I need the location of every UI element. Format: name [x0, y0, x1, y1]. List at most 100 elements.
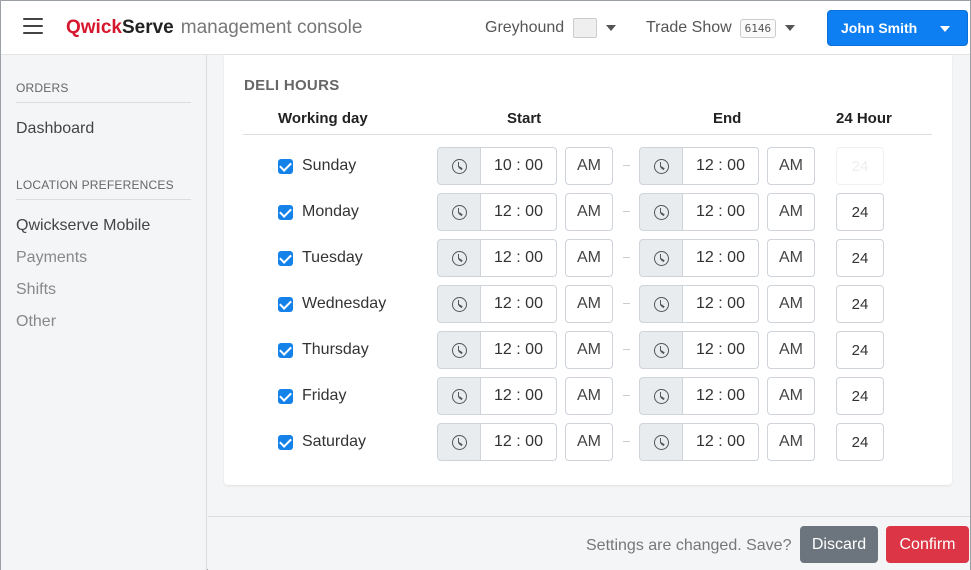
- end-time-picker-button[interactable]: [639, 423, 683, 461]
- chevron-down-icon: [606, 25, 617, 31]
- end-time-picker-button[interactable]: [639, 239, 683, 277]
- user-menu-button[interactable]: John Smith: [827, 10, 968, 46]
- schedule-row: Friday 12 : 00 AM 12 : 00 AM 24: [224, 377, 952, 415]
- start-ampm-toggle[interactable]: AM: [565, 193, 613, 231]
- end-time-input[interactable]: 12 : 00: [683, 147, 759, 185]
- user-name: John Smith: [841, 20, 918, 36]
- end-time-input[interactable]: 12 : 00: [683, 423, 759, 461]
- clock-icon: [653, 434, 669, 450]
- end-ampm-toggle[interactable]: AM: [767, 423, 815, 461]
- start-ampm-toggle[interactable]: AM: [565, 377, 613, 415]
- end-ampm-toggle[interactable]: AM: [767, 147, 815, 185]
- day-label: Wednesday: [302, 295, 387, 312]
- end-time-input[interactable]: 12 : 00: [683, 377, 759, 415]
- end-time-picker-button[interactable]: [639, 193, 683, 231]
- clock-icon: [653, 296, 669, 312]
- 24-hour-toggle[interactable]: 24: [836, 331, 884, 369]
- day-label: Tuesday: [302, 249, 363, 266]
- day-enabled-checkbox[interactable]: [278, 251, 293, 266]
- discard-button[interactable]: Discard: [800, 526, 878, 563]
- end-time-input[interactable]: 12 : 00: [683, 331, 759, 369]
- start-ampm-toggle[interactable]: AM: [565, 239, 613, 277]
- clock-icon: [451, 158, 467, 174]
- start-ampm-toggle[interactable]: AM: [565, 147, 613, 185]
- save-bar: Settings are changed. Save? Discard Conf…: [208, 516, 970, 570]
- 24-hour-toggle[interactable]: 24: [836, 239, 884, 277]
- clock-icon: [653, 250, 669, 266]
- end-time-input[interactable]: 12 : 00: [683, 193, 759, 231]
- start-time-picker-button[interactable]: [437, 239, 481, 277]
- end-time-input[interactable]: 12 : 00: [683, 239, 759, 277]
- schedule-row: Monday 12 : 00 AM 12 : 00 AM 24: [224, 193, 952, 231]
- sidebar-section-location-preferences: LOCATION PREFERENCES: [16, 178, 191, 200]
- day-enabled-checkbox[interactable]: [278, 389, 293, 404]
- brand-serve: Serve: [121, 17, 174, 38]
- start-time-picker-button[interactable]: [437, 147, 481, 185]
- chevron-down-icon: [785, 25, 796, 31]
- 24-hour-toggle[interactable]: 24: [836, 285, 884, 323]
- day-label: Friday: [302, 387, 347, 404]
- end-ampm-toggle[interactable]: AM: [767, 285, 815, 323]
- clock-icon: [451, 250, 467, 266]
- day-label: Saturday: [302, 433, 367, 450]
- end-time-picker-button[interactable]: [639, 331, 683, 369]
- end-ampm-toggle[interactable]: AM: [767, 193, 815, 231]
- deli-hours-card: DELI HOURS Working day Start End 24 Hour…: [224, 55, 952, 485]
- day-enabled-checkbox[interactable]: [278, 205, 293, 220]
- clock-icon: [451, 388, 467, 404]
- time-range-separator: [623, 395, 630, 396]
- day-enabled-checkbox[interactable]: [278, 297, 293, 312]
- sidebar-item-dashboard[interactable]: Dashboard: [16, 120, 94, 138]
- start-ampm-toggle[interactable]: AM: [565, 331, 613, 369]
- sidebar-item-qwickserve-mobile[interactable]: Qwickserve Mobile: [16, 217, 150, 235]
- 24-hour-toggle[interactable]: 24: [836, 423, 884, 461]
- end-time-picker-button[interactable]: [639, 377, 683, 415]
- start-time-input[interactable]: 12 : 00: [481, 193, 557, 231]
- 24-hour-toggle[interactable]: 24: [836, 377, 884, 415]
- brand-qwick: Qwick: [66, 17, 122, 38]
- end-time-picker-button[interactable]: [639, 285, 683, 323]
- start-ampm-toggle[interactable]: AM: [565, 423, 613, 461]
- brand-logo: QwickServe management console: [66, 17, 362, 39]
- end-time-input[interactable]: 12 : 00: [683, 285, 759, 323]
- day-enabled-checkbox[interactable]: [278, 435, 293, 450]
- sidebar-item-shifts[interactable]: Shifts: [16, 281, 56, 299]
- end-ampm-toggle[interactable]: AM: [767, 377, 815, 415]
- schedule-row: Sunday 10 : 00 AM 12 : 00 AM 24: [224, 147, 952, 185]
- location-dropdown[interactable]: Greyhound: [485, 15, 617, 41]
- start-time-input[interactable]: 12 : 00: [481, 331, 557, 369]
- day-enabled-checkbox[interactable]: [278, 159, 293, 174]
- start-time-input[interactable]: 12 : 00: [481, 377, 557, 415]
- 24-hour-toggle[interactable]: 24: [836, 193, 884, 231]
- end-time-picker-button[interactable]: [639, 147, 683, 185]
- start-time-input[interactable]: 12 : 00: [481, 423, 557, 461]
- start-time-picker-button[interactable]: [437, 193, 481, 231]
- start-time-input[interactable]: 10 : 00: [481, 147, 557, 185]
- start-time-input[interactable]: 12 : 00: [481, 239, 557, 277]
- column-header-24-hour: 24 Hour: [836, 110, 892, 127]
- schedule-row: Saturday 12 : 00 AM 12 : 00 AM 24: [224, 423, 952, 461]
- time-range-separator: [623, 165, 630, 166]
- end-ampm-toggle[interactable]: AM: [767, 331, 815, 369]
- clock-icon: [653, 342, 669, 358]
- sidebar-item-other[interactable]: Other: [16, 313, 56, 331]
- start-time-picker-button[interactable]: [437, 331, 481, 369]
- brand-subtitle: management console: [180, 17, 363, 38]
- confirm-button[interactable]: Confirm: [886, 526, 969, 563]
- time-range-separator: [623, 211, 630, 212]
- start-time-picker-button[interactable]: [437, 423, 481, 461]
- schedule-row: Thursday 12 : 00 AM 12 : 00 AM 24: [224, 331, 952, 369]
- day-enabled-checkbox[interactable]: [278, 343, 293, 358]
- start-time-input[interactable]: 12 : 00: [481, 285, 557, 323]
- clock-icon: [451, 342, 467, 358]
- menu-icon[interactable]: [23, 18, 43, 34]
- start-time-picker-button[interactable]: [437, 285, 481, 323]
- start-ampm-toggle[interactable]: AM: [565, 285, 613, 323]
- end-ampm-toggle[interactable]: AM: [767, 239, 815, 277]
- event-label: Trade Show: [646, 19, 732, 36]
- 24-hour-toggle[interactable]: 24: [836, 147, 884, 185]
- sidebar-item-payments[interactable]: Payments: [16, 249, 87, 267]
- day-label: Monday: [302, 203, 359, 220]
- start-time-picker-button[interactable]: [437, 377, 481, 415]
- event-dropdown[interactable]: Trade Show 6146: [646, 15, 796, 41]
